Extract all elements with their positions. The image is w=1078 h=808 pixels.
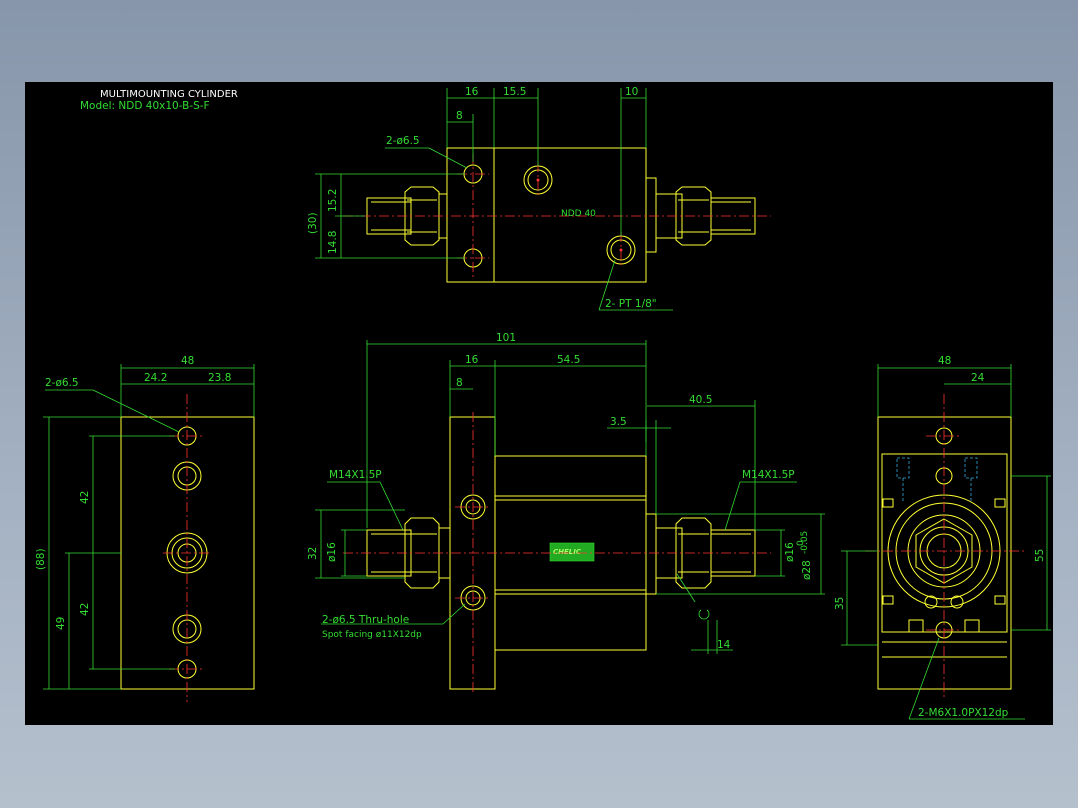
right-dim-55: 55 [1034,549,1046,562]
top-dim-15-2: 15.2 [327,189,339,212]
top-body-mark: NDD 40 [561,209,596,219]
front-dim-54-5: 54.5 [557,354,580,366]
left-view: 48 24.2 23.8 (88) 49 42 42 2-ø6.5 [35,355,255,702]
top-callout-ports: 2- PT 1/8" [605,298,657,310]
front-tol-lower: -0.05 [800,531,810,554]
front-thread-right: M14X1.5P [742,469,795,481]
front-callout-holes: 2-ø6.5 Thru-hole [322,614,409,626]
left-dim-49: 49 [55,617,67,630]
front-dim-16-right: ø16 [784,542,796,562]
left-dim-23-8: 23.8 [208,372,231,384]
top-dim-10: 10 [625,86,638,98]
top-callout-holes: 2-ø6.5 [386,135,420,147]
right-dim-48: 48 [938,355,951,367]
front-view: CHELIC 101 16 54.5 8 40.5 3.5 32 ø16 ø16… [307,332,825,694]
left-dim-88: (88) [35,548,47,570]
top-flange [446,147,495,283]
front-label-text: CHELIC [553,548,582,556]
right-dim-24: 24 [971,372,985,384]
front-dim-101: 101 [496,332,516,344]
top-view: NDD 40 16 15.5 10 8 15.2 14.8 (30) 2-ø6.… [307,86,771,311]
drawing-model: Model: NDD 40x10-B-S-F [80,100,210,112]
left-dim-24-2: 24.2 [144,372,167,384]
left-dim-42-lower: 42 [79,603,91,616]
left-dim-48: 48 [181,355,194,367]
right-body-outline [881,453,1008,633]
cad-drawing: MULTIMOUNTING CYLINDER Model: NDD 40x10-… [35,86,1051,720]
front-dim-14: 14 [717,639,731,651]
top-dim-16: 16 [465,86,479,98]
top-end-plate [645,177,657,253]
front-end-plate [645,513,657,595]
front-thread-left: M14X1.5P [329,469,382,481]
right-slot-right [955,619,991,633]
front-dim-8: 8 [456,377,463,389]
front-callout-spot: Spot facing ø11X12dp [322,630,422,640]
top-dim-15-5: 15.5 [503,86,526,98]
front-dim-3-5: 3.5 [610,416,627,428]
top-dim-30: (30) [307,212,319,234]
top-dim-8: 8 [456,110,463,122]
right-callout-tapped: 2-M6X1.0PX12dp [918,707,1009,719]
cad-canvas[interactable]: MULTIMOUNTING CYLINDER Model: NDD 40x10-… [25,82,1053,725]
top-dim-14-8: 14.8 [327,231,339,254]
front-dim-32: 32 [307,547,319,560]
right-view: 48 24 55 35 2-M6X1.0PX12dp [834,355,1051,720]
left-dim-42-upper: 42 [79,491,91,504]
drawing-title: MULTIMOUNTING CYLINDER [100,89,238,100]
front-dim-28: ø28 [801,560,813,580]
front-dim-16: 16 [465,354,479,366]
left-callout-holes: 2-ø6.5 [45,377,79,389]
front-dim-16-left: ø16 [326,542,338,562]
front-dim-40-5: 40.5 [689,394,712,406]
right-dim-35: 35 [834,597,846,610]
